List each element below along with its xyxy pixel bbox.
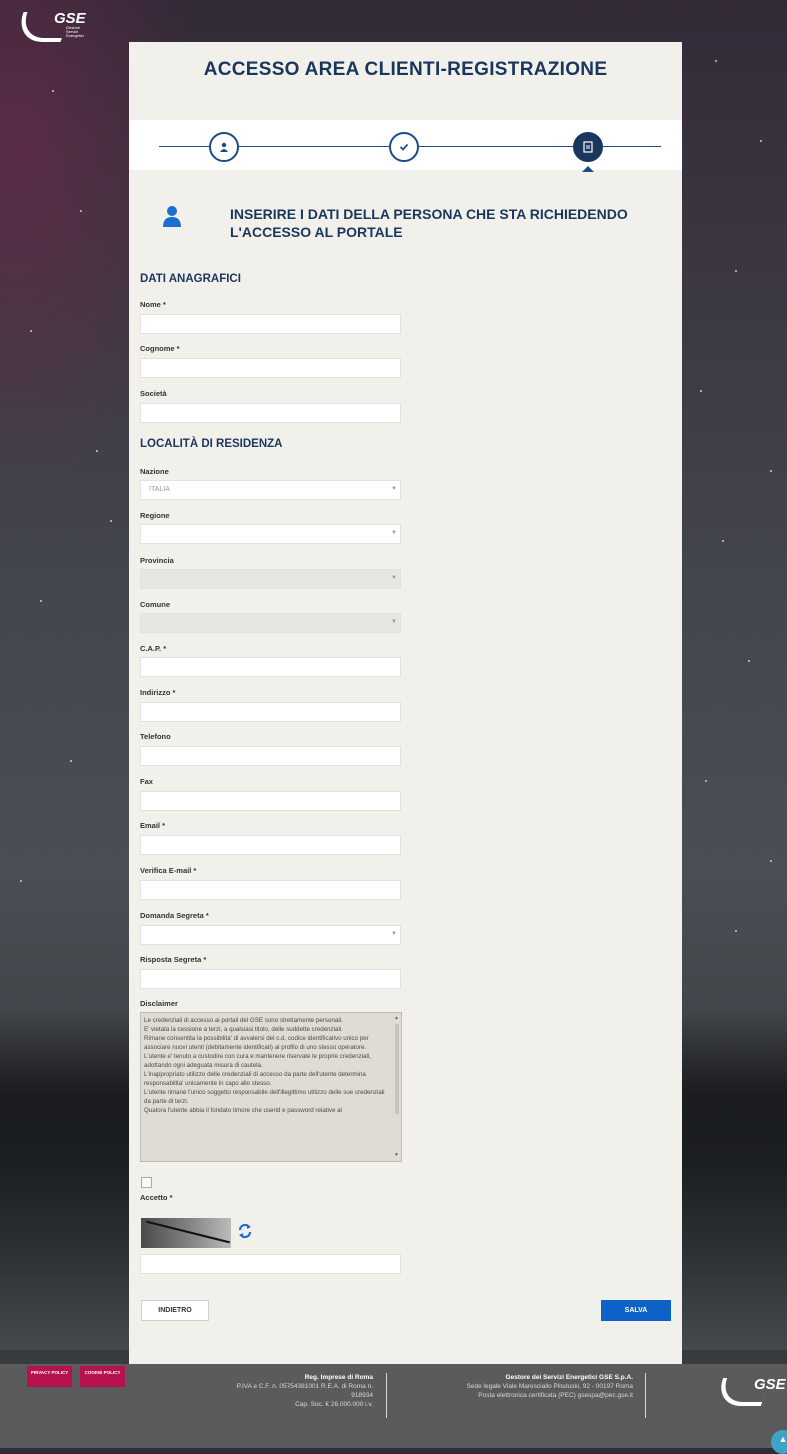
footer-divider (386, 1373, 387, 1418)
check-icon (399, 143, 409, 151)
user-icon (220, 142, 228, 152)
scroll-down-icon[interactable]: ▼ (394, 1151, 399, 1160)
section-heading: INSERIRE I DATI DELLA PERSONA CHE STA RI… (162, 205, 682, 255)
provincia-select[interactable]: ▼ (140, 569, 401, 589)
active-step-pointer (582, 166, 594, 172)
refresh-icon[interactable] (237, 1223, 253, 1239)
footer-co-title: Gestore dei Servizi Energetici GSE S.p.A… (505, 1374, 633, 1381)
label-cognome: Cognome * (140, 344, 180, 353)
disclaimer-scrollbar[interactable]: ▲ ▼ (394, 1014, 400, 1160)
domanda-select[interactable]: ▼ (140, 925, 401, 945)
label-regione: Regione (140, 511, 170, 520)
verifica-email-input[interactable] (140, 880, 401, 900)
step-2-check[interactable] (389, 132, 419, 162)
comune-select[interactable]: ▼ (140, 613, 401, 633)
footer-divider (645, 1373, 646, 1418)
footer-registry: Reg. Imprese di Roma P.IVA e C.F. n. 057… (205, 1373, 373, 1409)
nazione-select[interactable]: ITALIA ▼ (140, 480, 401, 500)
person-icon (163, 206, 181, 227)
group-title-residenza: LOCALITÀ DI RESIDENZA (140, 438, 283, 450)
captcha-image (141, 1218, 231, 1248)
privacy-policy-link[interactable]: PRIVACY POLICY (27, 1366, 72, 1387)
indirizzo-input[interactable] (140, 702, 401, 722)
risposta-input[interactable] (140, 969, 401, 989)
label-cap: C.A.P. * (140, 644, 167, 653)
disclaimer-textarea[interactable]: Le credenziali di accesso ai portali del… (140, 1012, 402, 1162)
societa-input[interactable] (140, 403, 401, 423)
footer-reg-line1: P.IVA e C.F. n. 05754381001 R.E.A. di Ro… (236, 1383, 373, 1390)
chevron-down-icon: ▼ (391, 486, 397, 492)
footer-co-line1: Sede legale Viale Maresciallo Pilsduski,… (466, 1383, 633, 1390)
nazione-value: ITALIA (149, 486, 170, 493)
footer-co-line2: Posta elettronica certificata (PEC) gses… (478, 1392, 633, 1399)
captcha-input[interactable] (140, 1254, 401, 1274)
registration-card: ACCESSO AREA CLIENTI-REGISTRAZIONE INSER… (129, 42, 682, 1364)
label-nazione: Nazione (140, 467, 169, 476)
nome-input[interactable] (140, 314, 401, 334)
cookie-policy-link[interactable]: COOKIE POLICY (80, 1366, 125, 1387)
group-title-anagrafici: DATI ANAGRAFICI (140, 273, 241, 285)
footer-logo-text: GSE (754, 1376, 786, 1393)
label-provincia: Provincia (140, 556, 174, 565)
chevron-down-icon: ▼ (391, 530, 397, 536)
step-1-user[interactable] (209, 132, 239, 162)
disclaimer-text: Le credenziali di accesso ai portali del… (144, 1017, 385, 1114)
chevron-down-icon: ▼ (391, 619, 397, 625)
cap-input[interactable] (140, 657, 401, 677)
footer-reg-title: Reg. Imprese di Roma (304, 1374, 373, 1381)
label-risposta: Risposta Segreta * (140, 955, 207, 964)
logo-subtitle: Gestore Servizi Energetici (66, 25, 84, 38)
wizard-stepper (129, 120, 682, 170)
chevron-up-icon: ▲ (778, 1434, 787, 1444)
label-comune: Comune (140, 600, 170, 609)
footer: PRIVACY POLICY COOKIE POLICY Reg. Impres… (0, 1364, 787, 1448)
gse-logo[interactable]: GSE Gestore Servizi Energetici (12, 10, 86, 42)
footer-reg-line3: Cap. Soc. € 26.000.000 i.v. (295, 1401, 373, 1408)
cognome-input[interactable] (140, 358, 401, 378)
scroll-up-icon[interactable]: ▲ (394, 1014, 399, 1023)
section-heading-line2: L'ACCESSO AL PORTALE (230, 224, 403, 240)
page-title: ACCESSO AREA CLIENTI-REGISTRAZIONE (203, 59, 608, 80)
gse-logo-footer[interactable]: GSE (712, 1376, 786, 1406)
fax-input[interactable] (140, 791, 401, 811)
label-indirizzo: Indirizzo * (140, 688, 176, 697)
label-accetto: Accetto * (140, 1193, 173, 1202)
label-verifica-email: Verifica E-mail * (140, 866, 197, 875)
document-icon (583, 141, 593, 153)
email-input[interactable] (140, 835, 401, 855)
label-nome: Nome * (140, 300, 166, 309)
section-heading-line1: INSERIRE I DATI DELLA PERSONA CHE STA RI… (230, 206, 628, 222)
label-telefono: Telefono (140, 732, 171, 741)
regione-select[interactable]: ▼ (140, 524, 401, 544)
step-3-document[interactable] (573, 132, 603, 162)
back-button[interactable]: INDIETRO (141, 1300, 209, 1321)
footer-reg-line2: 918934 (351, 1392, 373, 1399)
chevron-down-icon: ▼ (391, 931, 397, 937)
footer-company: Gestore dei Servizi Energetici GSE S.p.A… (400, 1373, 633, 1400)
label-fax: Fax (140, 777, 153, 786)
save-button[interactable]: SALVA (601, 1300, 671, 1321)
label-disclaimer: Disclaimer (140, 999, 178, 1008)
accept-checkbox[interactable] (141, 1177, 152, 1188)
scroll-to-top-button[interactable]: ▲ (771, 1430, 787, 1454)
chevron-down-icon: ▼ (391, 575, 397, 581)
label-societa: Società (140, 389, 167, 398)
label-domanda: Domanda Segreta * (140, 911, 209, 920)
label-email: Email * (140, 821, 166, 830)
telefono-input[interactable] (140, 746, 401, 766)
